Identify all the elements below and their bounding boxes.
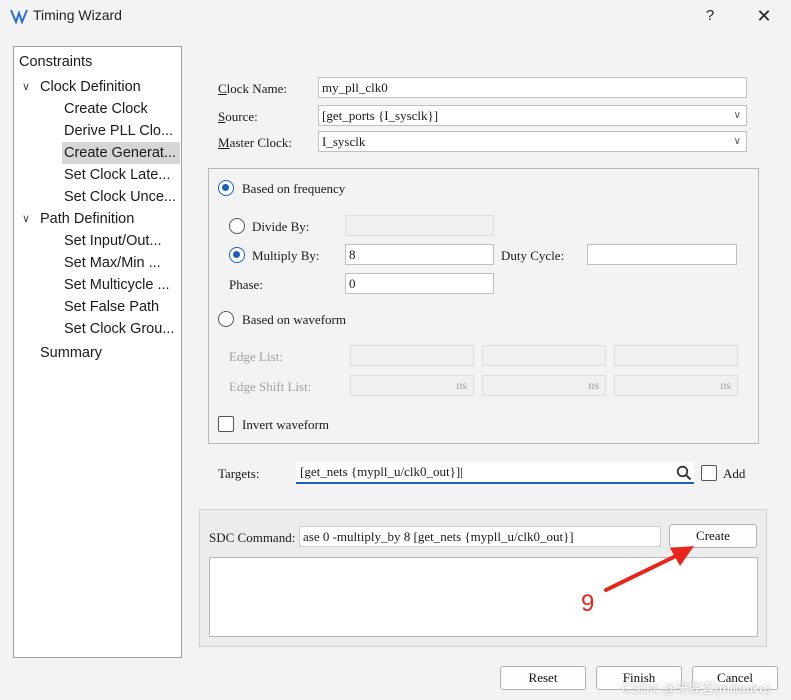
multiply-by-radio[interactable] <box>229 247 245 263</box>
tree-item-label: Create Generat... <box>64 145 177 161</box>
tree-item-set-max-min-delay[interactable]: Set Max/Min ... <box>64 252 161 274</box>
edge-list-input-3[interactable] <box>614 345 738 366</box>
divide-by-radio[interactable] <box>229 218 245 234</box>
chevron-down-icon: ∨ <box>733 136 741 147</box>
tree-item-label: Clock Definition <box>40 79 141 95</box>
invert-waveform-label: Invert waveform <box>242 417 329 432</box>
source-value: [get_ports {I_sysclk}] <box>322 108 439 123</box>
title-bar: Timing Wizard ? ✕ <box>0 0 791 32</box>
tree-item-label: Set Clock Grou... <box>64 321 175 337</box>
tree-item-label: Set Max/Min ... <box>64 255 161 271</box>
edge-list-input-2[interactable] <box>482 345 606 366</box>
tree-item-set-false-path[interactable]: Set False Path <box>64 296 159 318</box>
help-button[interactable]: ? <box>698 4 722 28</box>
waveform-groupbox <box>208 168 759 444</box>
annotation-number: 9 <box>581 590 595 617</box>
chevron-down-icon[interactable]: ∨ <box>22 208 34 230</box>
ns-unit: ns <box>720 378 731 392</box>
tree-item-label: Set Clock Late... <box>64 167 171 183</box>
tree-item-label: Summary <box>40 345 103 361</box>
tree-item-summary[interactable]: Summary <box>40 342 102 364</box>
watermark-text: CSDN @米联客(milianke) <box>622 681 771 696</box>
divide-by-input[interactable] <box>345 215 494 236</box>
tree-item-label: Derive PLL Clo... <box>64 123 174 139</box>
annotation-arrow-icon <box>604 546 694 592</box>
edge-shift-input-1[interactable]: ns <box>350 375 474 396</box>
master-clock-label: Master Clock: <box>218 135 293 150</box>
phase-input[interactable]: 0 <box>345 273 494 294</box>
phase-label: Phase: <box>229 277 263 292</box>
based-on-frequency-radio[interactable] <box>218 180 234 196</box>
tree-item-label: Create Clock <box>64 101 148 117</box>
invert-waveform-checkbox[interactable] <box>218 416 234 432</box>
chevron-down-icon[interactable]: ∨ <box>22 76 34 98</box>
tree-item-label: Constraints <box>19 54 93 70</box>
master-clock-value: I_sysclk <box>322 134 366 149</box>
based-on-waveform-radio[interactable] <box>218 311 234 327</box>
sdc-command-label: SDC Command: <box>209 530 296 545</box>
tree-item-set-clock-groups[interactable]: Set Clock Grou... <box>64 318 174 340</box>
based-on-waveform-label: Based on waveform <box>242 312 346 327</box>
tree-item-label: Set Input/Out... <box>64 233 162 249</box>
tree-item-clock-definition[interactable]: Clock Definition <box>40 76 141 98</box>
tree-item-set-input-output-delay[interactable]: Set Input/Out... <box>64 230 162 252</box>
ns-unit: ns <box>588 378 599 392</box>
duty-cycle-label: Duty Cycle: <box>501 248 565 263</box>
tree-item-set-clock-latency[interactable]: Set Clock Late... <box>64 164 170 186</box>
search-icon[interactable] <box>676 465 692 481</box>
window-title: Timing Wizard <box>33 7 122 23</box>
tree-item-create-clock[interactable]: Create Clock <box>64 98 148 120</box>
targets-label: Targets: <box>218 466 260 481</box>
ns-unit: ns <box>456 378 467 392</box>
tree-item-label: Set Multicycle ... <box>64 277 170 293</box>
targets-input[interactable]: [get_nets {mypll_u/clk0_out}]| <box>296 462 694 484</box>
tree-item-label: Path Definition <box>40 211 135 227</box>
chevron-down-icon: ∨ <box>733 110 741 121</box>
reset-button[interactable]: Reset <box>500 666 586 690</box>
clock-name-label: Clock Name: <box>218 81 287 96</box>
edge-list-input-1[interactable] <box>350 345 474 366</box>
tree-item-set-multicycle-path[interactable]: Set Multicycle ... <box>64 274 170 296</box>
tree-item-path-definition[interactable]: Path Definition <box>40 208 134 230</box>
multiply-by-label: Multiply By: <box>252 248 320 263</box>
add-label: Add <box>723 466 746 481</box>
edge-shift-list-label: Edge Shift List: <box>229 379 312 394</box>
edge-shift-input-2[interactable]: ns <box>482 375 606 396</box>
edge-shift-input-3[interactable]: ns <box>614 375 738 396</box>
tree-item-derive-pll-clocks[interactable]: Derive PLL Clo... <box>64 120 173 142</box>
close-button[interactable]: ✕ <box>752 4 776 28</box>
based-on-frequency-label: Based on frequency <box>242 181 346 196</box>
master-clock-select[interactable]: I_sysclk ∨ <box>318 131 747 152</box>
divide-by-label: Divide By: <box>252 219 310 234</box>
add-checkbox[interactable] <box>701 465 717 481</box>
targets-value: [get_nets {mypll_u/clk0_out}] <box>300 464 461 479</box>
edge-list-label: Edge List: <box>229 349 283 364</box>
tree-item-label: Set False Path <box>64 299 160 315</box>
multiply-by-input[interactable]: 8 <box>345 244 494 265</box>
source-label: Source: <box>218 109 258 124</box>
source-select[interactable]: [get_ports {I_sysclk}] ∨ <box>318 105 747 126</box>
timing-wizard-icon <box>10 9 28 24</box>
wizard-tree: Constraints ∨ Clock Definition Create Cl… <box>13 46 182 658</box>
tree-item-constraints[interactable]: Constraints <box>19 51 92 73</box>
duty-cycle-input[interactable] <box>587 244 737 265</box>
tree-item-create-generated-clock[interactable]: Create Generat... <box>62 142 180 164</box>
tree-item-label: Set Clock Unce... <box>64 189 177 205</box>
tree-item-set-clock-uncertainty[interactable]: Set Clock Unce... <box>64 186 176 208</box>
clock-name-input[interactable]: my_pll_clk0 <box>318 77 747 98</box>
